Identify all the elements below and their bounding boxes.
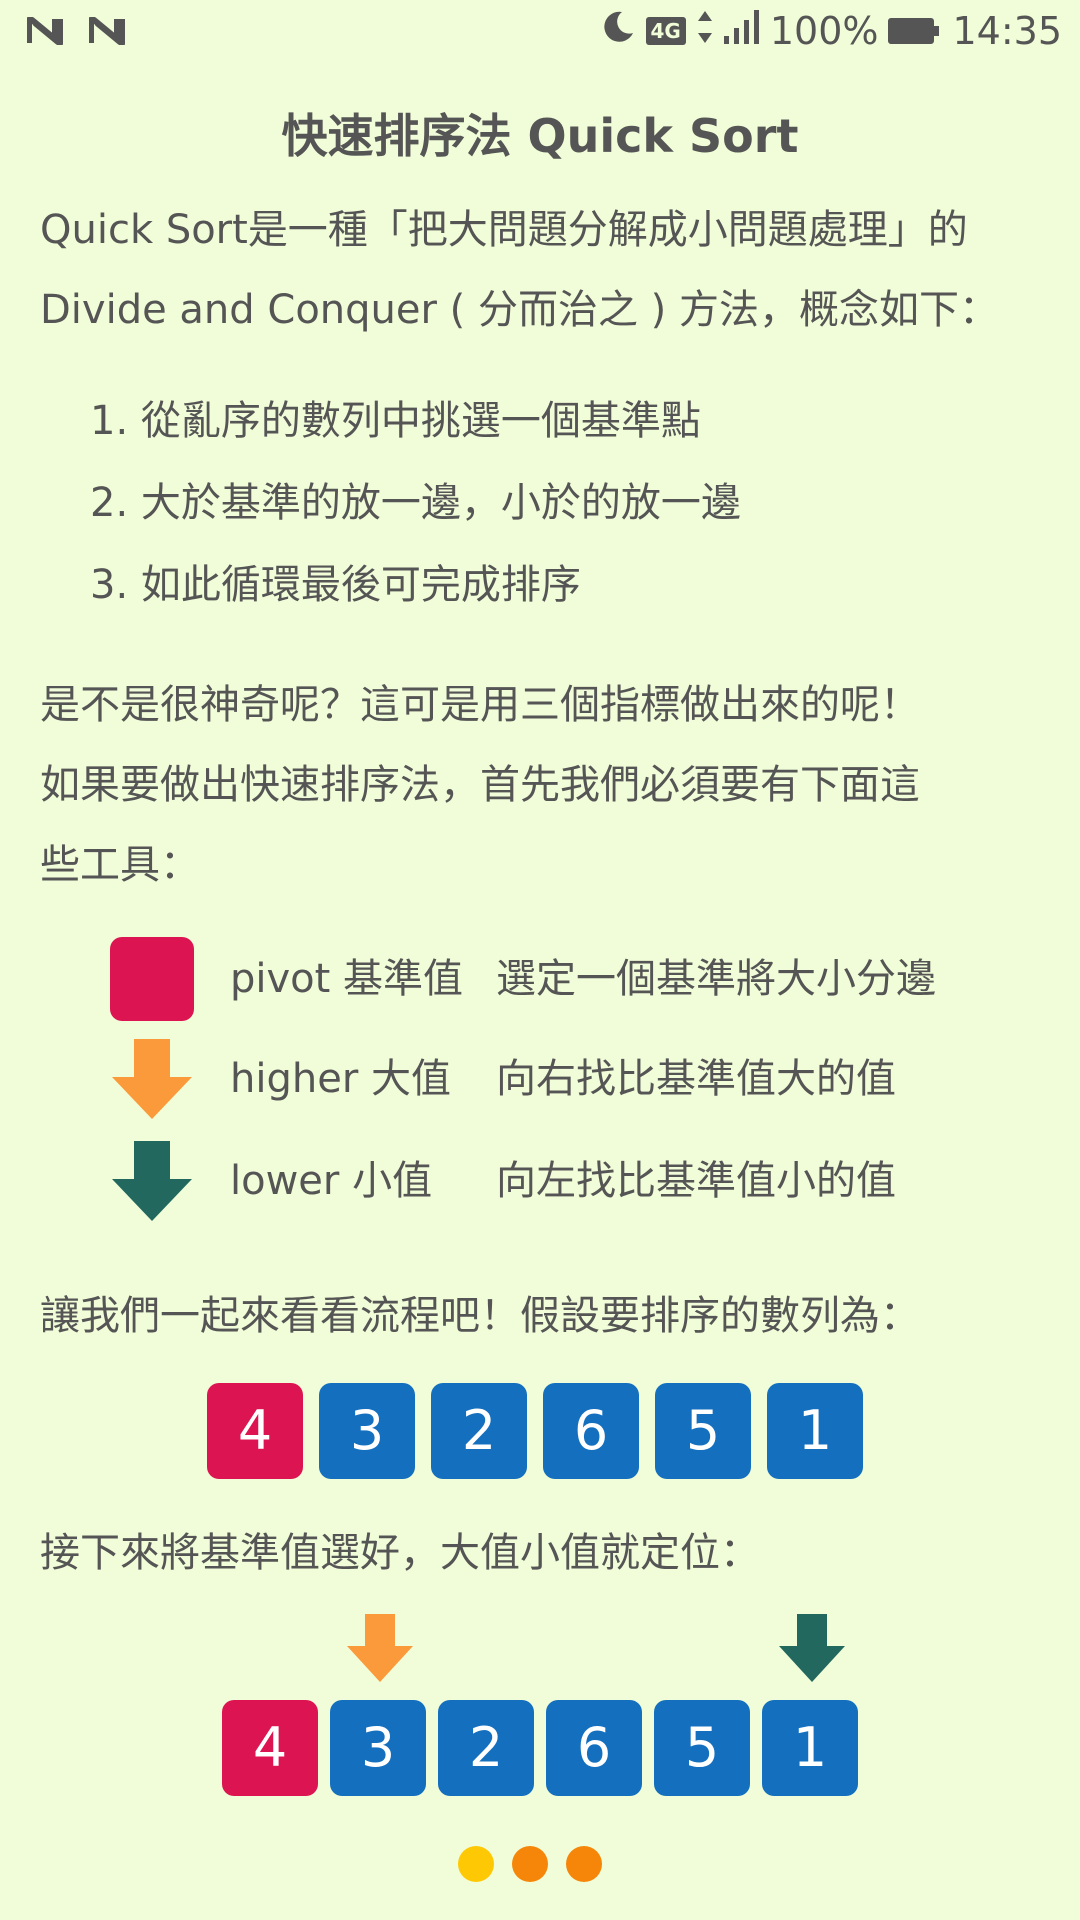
number-box: 3 [319, 1383, 415, 1479]
page-title: 快速排序法 Quick Sort [281, 109, 799, 163]
pager-dot[interactable] [566, 1846, 602, 1882]
higher-pointer-arrow-icon [345, 1612, 415, 1684]
tool-name: lower 小值 [230, 1158, 433, 1204]
intro-line: Divide and Conquer ( 分而治之 ) 方法，概念如下： [40, 287, 1000, 333]
4g-icon: 4G [645, 17, 686, 45]
paragraph-line: 些工具： [40, 842, 200, 888]
moon-icon [600, 9, 636, 54]
tool-name: higher 大值 [230, 1056, 451, 1102]
number-box: 2 [431, 1383, 527, 1479]
pager-dot-active[interactable] [458, 1846, 494, 1882]
tool-row-pivot: pivot 基準值 選定一個基準將大小分邊 [0, 935, 1080, 1035]
number-box: 1 [767, 1383, 863, 1479]
data-arrows-icon [696, 9, 714, 54]
list-item: 3. 如此循環最後可完成排序 [90, 562, 581, 608]
list-item: 1. 從亂序的數列中挑選一個基準點 [90, 398, 701, 444]
number-box: 2 [438, 1700, 534, 1796]
flow-intro-paragraph: 讓我們一起來看看流程吧！假設要排序的數列為： [40, 1276, 1050, 1356]
tool-description: 選定一個基準將大小分邊 [496, 956, 936, 1002]
signal-icon [723, 9, 760, 53]
number-box: 5 [654, 1700, 750, 1796]
list-item: 2. 大於基準的放一邊，小於的放一邊 [90, 480, 741, 526]
paragraph-line: 是不是很神奇呢？這可是用三個指標做出來的呢！ [40, 682, 920, 728]
notification-n-icon [26, 16, 64, 46]
sequence-with-pointers: 4 3 2 6 5 1 [222, 1700, 858, 1796]
battery-percent: 100% [769, 9, 879, 53]
tool-name: pivot 基準值 [230, 956, 464, 1002]
number-box-pivot: 4 [207, 1383, 303, 1479]
pivot-square-icon [108, 935, 196, 1023]
paragraph-line: 如果要做出快速排序法，首先我們必須要有下面這 [40, 762, 920, 808]
sequence-initial: 4 3 2 6 5 1 [207, 1383, 863, 1479]
tools-intro-paragraph: 是不是很神奇呢？這可是用三個指標做出來的呢！ 如果要做出快速排序法，首先我們必須… [40, 665, 1050, 905]
tool-description: 向右找比基準值大的值 [496, 1056, 896, 1102]
green-down-arrow-icon [108, 1137, 196, 1225]
number-box: 3 [330, 1700, 426, 1796]
number-box-pivot: 4 [222, 1700, 318, 1796]
number-box: 1 [762, 1700, 858, 1796]
number-box: 6 [546, 1700, 642, 1796]
paragraph-line: 讓我們一起來看看流程吧！假設要排序的數列為： [40, 1293, 920, 1339]
notification-n-icon [88, 16, 126, 46]
number-box: 5 [655, 1383, 751, 1479]
status-bar: 4G 100% 14:35 [0, 0, 1080, 62]
intro-line: Quick Sort是一種「把大問題分解成小問題處理」的 [40, 207, 968, 253]
paragraph-line: 接下來將基準值選好，大值小值就定位： [40, 1530, 760, 1576]
tool-description: 向左找比基準值小的值 [496, 1158, 896, 1204]
intro-paragraph: Quick Sort是一種「把大問題分解成小問題處理」的 Divide and … [40, 190, 1050, 350]
tool-row-lower: lower 小值 向左找比基準值小的值 [0, 1137, 1080, 1237]
pointer-intro-paragraph: 接下來將基準值選好，大值小值就定位： [40, 1513, 1050, 1593]
tool-row-higher: higher 大值 向右找比基準值大的值 [0, 1035, 1080, 1135]
pager-dot[interactable] [512, 1846, 548, 1882]
battery-icon [888, 18, 940, 44]
number-box: 6 [543, 1383, 639, 1479]
clock: 14:35 [952, 9, 1062, 53]
concept-list: 1. 從亂序的數列中挑選一個基準點 2. 大於基準的放一邊，小於的放一邊 3. … [90, 380, 1050, 626]
orange-down-arrow-icon [108, 1035, 196, 1123]
lower-pointer-arrow-icon [777, 1612, 847, 1684]
pager-dots [458, 1846, 602, 1882]
